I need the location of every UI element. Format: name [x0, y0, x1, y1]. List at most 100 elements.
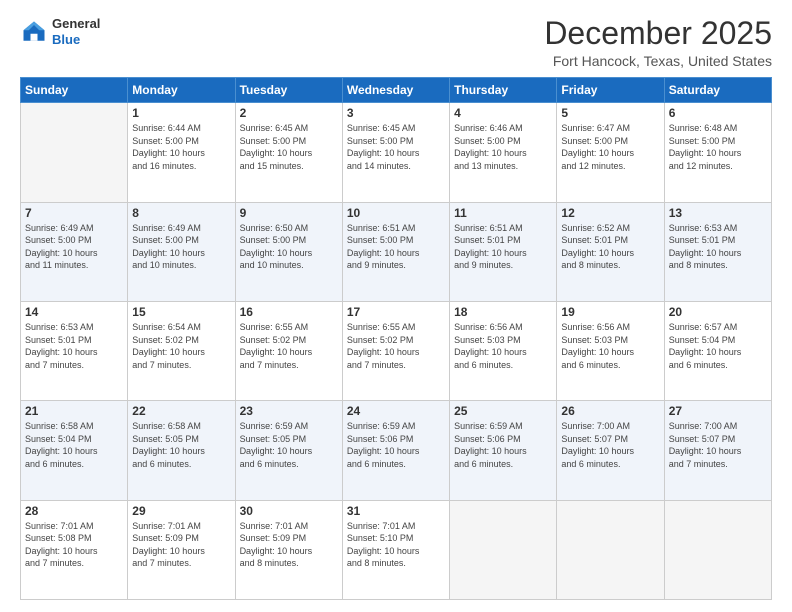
- day-number: 26: [561, 404, 659, 418]
- logo: General Blue: [20, 16, 100, 47]
- day-number: 18: [454, 305, 552, 319]
- day-info: Sunrise: 6:49 AM Sunset: 5:00 PM Dayligh…: [132, 222, 230, 272]
- day-info: Sunrise: 6:45 AM Sunset: 5:00 PM Dayligh…: [240, 122, 338, 172]
- day-info: Sunrise: 6:59 AM Sunset: 5:06 PM Dayligh…: [347, 420, 445, 470]
- day-info: Sunrise: 6:47 AM Sunset: 5:00 PM Dayligh…: [561, 122, 659, 172]
- calendar-week-row: 14 Sunrise: 6:53 AM Sunset: 5:01 PM Dayli…: [21, 301, 772, 400]
- calendar-week-row: 7 Sunrise: 6:49 AM Sunset: 5:00 PM Daylig…: [21, 202, 772, 301]
- day-number: 1: [132, 106, 230, 120]
- day-info: Sunrise: 6:48 AM Sunset: 5:00 PM Dayligh…: [669, 122, 767, 172]
- day-number: 20: [669, 305, 767, 319]
- day-number: 11: [454, 206, 552, 220]
- day-info: Sunrise: 6:51 AM Sunset: 5:01 PM Dayligh…: [454, 222, 552, 272]
- logo-text: General Blue: [52, 16, 100, 47]
- table-row: 27 Sunrise: 7:00 AM Sunset: 5:07 PM Dayli…: [664, 401, 771, 500]
- day-number: 6: [669, 106, 767, 120]
- table-row: 25 Sunrise: 6:59 AM Sunset: 5:06 PM Dayli…: [450, 401, 557, 500]
- table-row: 29Sunrise: 7:01 AM Sunset: 5:09 PM Dayli…: [128, 500, 235, 599]
- logo-line2: Blue: [52, 32, 80, 47]
- day-number: 31: [347, 504, 445, 518]
- day-number: 19: [561, 305, 659, 319]
- table-row: 3 Sunrise: 6:45 AM Sunset: 5:00 PM Daylig…: [342, 103, 449, 202]
- day-info: Sunrise: 6:50 AM Sunset: 5:00 PM Dayligh…: [240, 222, 338, 272]
- day-info: Sunrise: 7:01 AM Sunset: 5:09 PM Dayligh…: [240, 520, 338, 570]
- day-number: 5: [561, 106, 659, 120]
- table-row: 13 Sunrise: 6:53 AM Sunset: 5:01 PM Dayli…: [664, 202, 771, 301]
- day-info: Sunrise: 6:56 AM Sunset: 5:03 PM Dayligh…: [561, 321, 659, 371]
- location-subtitle: Fort Hancock, Texas, United States: [544, 53, 772, 69]
- day-info: Sunrise: 7:01 AM Sunset: 5:09 PM Dayligh…: [132, 520, 230, 570]
- day-number: 15: [132, 305, 230, 319]
- table-row: 7 Sunrise: 6:49 AM Sunset: 5:00 PM Daylig…: [21, 202, 128, 301]
- col-friday: Friday: [557, 78, 664, 103]
- table-row: 17 Sunrise: 6:55 AM Sunset: 5:02 PM Dayli…: [342, 301, 449, 400]
- col-wednesday: Wednesday: [342, 78, 449, 103]
- day-number: 16: [240, 305, 338, 319]
- table-row: 12 Sunrise: 6:52 AM Sunset: 5:01 PM Dayli…: [557, 202, 664, 301]
- calendar-week-row: 1 Sunrise: 6:44 AM Sunset: 5:00 PM Daylig…: [21, 103, 772, 202]
- col-tuesday: Tuesday: [235, 78, 342, 103]
- day-number: 24: [347, 404, 445, 418]
- day-number: 21: [25, 404, 123, 418]
- day-info: Sunrise: 6:59 AM Sunset: 5:06 PM Dayligh…: [454, 420, 552, 470]
- table-row: 6 Sunrise: 6:48 AM Sunset: 5:00 PM Daylig…: [664, 103, 771, 202]
- day-info: Sunrise: 7:00 AM Sunset: 5:07 PM Dayligh…: [561, 420, 659, 470]
- day-number: 13: [669, 206, 767, 220]
- table-row: [557, 500, 664, 599]
- table-row: 19 Sunrise: 6:56 AM Sunset: 5:03 PM Dayli…: [557, 301, 664, 400]
- day-number: 12: [561, 206, 659, 220]
- day-number: 17: [347, 305, 445, 319]
- table-row: 31 Sunrise: 7:01 AM Sunset: 5:10 PM Dayli…: [342, 500, 449, 599]
- table-row: 22Sunrise: 6:58 AM Sunset: 5:05 PM Dayli…: [128, 401, 235, 500]
- day-info: Sunrise: 6:53 AM Sunset: 5:01 PM Dayligh…: [669, 222, 767, 272]
- calendar-header-row: Sunday Monday Tuesday Wednesday Thursday…: [21, 78, 772, 103]
- day-info: Sunrise: 7:01 AM Sunset: 5:10 PM Dayligh…: [347, 520, 445, 570]
- day-number: 10: [347, 206, 445, 220]
- day-number: 23: [240, 404, 338, 418]
- calendar-table: Sunday Monday Tuesday Wednesday Thursday…: [20, 77, 772, 600]
- logo-line1: General: [52, 16, 100, 31]
- table-row: 23 Sunrise: 6:59 AM Sunset: 5:05 PM Dayli…: [235, 401, 342, 500]
- table-row: 10Sunrise: 6:51 AM Sunset: 5:00 PM Dayli…: [342, 202, 449, 301]
- table-row: 26 Sunrise: 7:00 AM Sunset: 5:07 PM Dayli…: [557, 401, 664, 500]
- day-info: Sunrise: 6:55 AM Sunset: 5:02 PM Dayligh…: [347, 321, 445, 371]
- day-number: 4: [454, 106, 552, 120]
- table-row: 4 Sunrise: 6:46 AM Sunset: 5:00 PM Daylig…: [450, 103, 557, 202]
- table-row: 30 Sunrise: 7:01 AM Sunset: 5:09 PM Dayli…: [235, 500, 342, 599]
- day-info: Sunrise: 6:49 AM Sunset: 5:00 PM Dayligh…: [25, 222, 123, 272]
- day-info: Sunrise: 7:00 AM Sunset: 5:07 PM Dayligh…: [669, 420, 767, 470]
- table-row: 18 Sunrise: 6:56 AM Sunset: 5:03 PM Dayli…: [450, 301, 557, 400]
- day-number: 22: [132, 404, 230, 418]
- calendar-week-row: 28Sunrise: 7:01 AM Sunset: 5:08 PM Dayli…: [21, 500, 772, 599]
- day-number: 27: [669, 404, 767, 418]
- col-saturday: Saturday: [664, 78, 771, 103]
- table-row: [664, 500, 771, 599]
- day-info: Sunrise: 6:53 AM Sunset: 5:01 PM Dayligh…: [25, 321, 123, 371]
- table-row: 2 Sunrise: 6:45 AM Sunset: 5:00 PM Daylig…: [235, 103, 342, 202]
- col-thursday: Thursday: [450, 78, 557, 103]
- table-row: 16Sunrise: 6:55 AM Sunset: 5:02 PM Dayli…: [235, 301, 342, 400]
- day-info: Sunrise: 6:46 AM Sunset: 5:00 PM Dayligh…: [454, 122, 552, 172]
- day-info: Sunrise: 6:52 AM Sunset: 5:01 PM Dayligh…: [561, 222, 659, 272]
- calendar-week-row: 21Sunrise: 6:58 AM Sunset: 5:04 PM Dayli…: [21, 401, 772, 500]
- table-row: [21, 103, 128, 202]
- table-row: 15 Sunrise: 6:54 AM Sunset: 5:02 PM Dayli…: [128, 301, 235, 400]
- day-number: 2: [240, 106, 338, 120]
- day-info: Sunrise: 6:45 AM Sunset: 5:00 PM Dayligh…: [347, 122, 445, 172]
- day-info: Sunrise: 6:56 AM Sunset: 5:03 PM Dayligh…: [454, 321, 552, 371]
- col-sunday: Sunday: [21, 78, 128, 103]
- day-info: Sunrise: 6:44 AM Sunset: 5:00 PM Dayligh…: [132, 122, 230, 172]
- day-number: 30: [240, 504, 338, 518]
- main-title: December 2025: [544, 16, 772, 51]
- title-block: December 2025 Fort Hancock, Texas, Unite…: [544, 16, 772, 69]
- table-row: 14 Sunrise: 6:53 AM Sunset: 5:01 PM Dayli…: [21, 301, 128, 400]
- table-row: 28Sunrise: 7:01 AM Sunset: 5:08 PM Dayli…: [21, 500, 128, 599]
- table-row: 1 Sunrise: 6:44 AM Sunset: 5:00 PM Daylig…: [128, 103, 235, 202]
- day-info: Sunrise: 6:59 AM Sunset: 5:05 PM Dayligh…: [240, 420, 338, 470]
- day-number: 9: [240, 206, 338, 220]
- day-info: Sunrise: 6:54 AM Sunset: 5:02 PM Dayligh…: [132, 321, 230, 371]
- day-number: 25: [454, 404, 552, 418]
- day-number: 14: [25, 305, 123, 319]
- day-number: 3: [347, 106, 445, 120]
- day-number: 7: [25, 206, 123, 220]
